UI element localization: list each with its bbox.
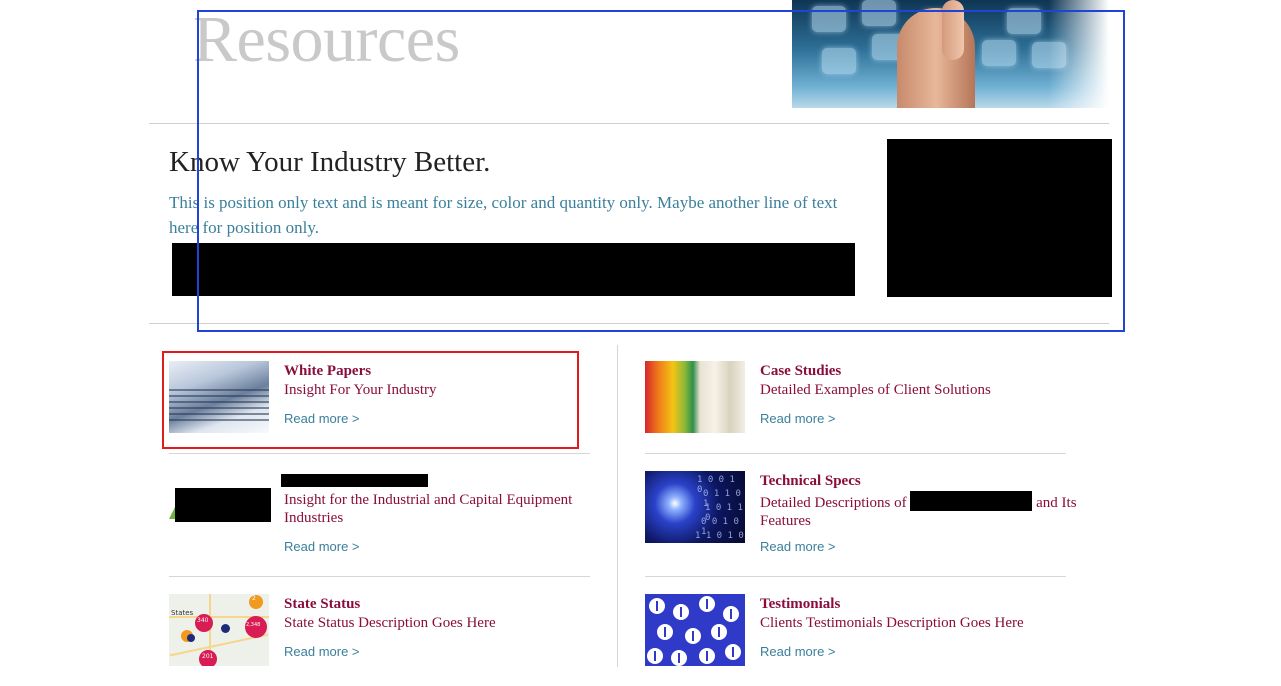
card-description: Detailed Examples of Client Solutions bbox=[760, 382, 991, 398]
card-title[interactable]: Case Studies bbox=[760, 361, 841, 381]
map-label: 2,348 bbox=[246, 622, 261, 628]
map-label: 201 bbox=[202, 653, 214, 660]
card-divider bbox=[645, 453, 1066, 454]
read-more-link[interactable]: Read more > bbox=[284, 644, 360, 659]
read-more-link[interactable]: Read more > bbox=[760, 644, 836, 659]
card-divider bbox=[169, 576, 590, 577]
redacted-product-name bbox=[910, 491, 1033, 511]
read-more-link[interactable]: Read more > bbox=[760, 539, 836, 554]
redacted-thumbnail bbox=[175, 488, 271, 522]
resource-card-industrial: Insight for the Industrial and Capital E… bbox=[169, 471, 609, 563]
map-label: States bbox=[171, 609, 194, 617]
state-status-map-thumbnail: States 340 2,348 201 2 bbox=[169, 594, 269, 666]
technical-specs-thumbnail: 1 0 0 1 0 0 1 1 0 1 1 0 1 1 0 0 0 1 0 1 … bbox=[645, 471, 745, 543]
resource-card-technical-specs: 1 0 0 1 0 0 1 1 0 1 1 0 1 1 0 0 0 1 0 1 … bbox=[645, 471, 1085, 563]
redacted-card-title bbox=[281, 474, 428, 487]
map-label: 340 bbox=[197, 617, 209, 624]
resource-card-case-studies: Case Studies Detailed Examples of Client… bbox=[645, 361, 1085, 453]
card-description: Detailed Descriptions of and Its Feature… bbox=[760, 491, 1090, 530]
map-label: 2 bbox=[252, 595, 256, 602]
card-divider bbox=[169, 453, 590, 454]
resource-card-state-status: States 340 2,348 201 2 State Status Stat… bbox=[169, 594, 609, 686]
selection-overlay-box bbox=[197, 10, 1125, 332]
column-divider bbox=[617, 345, 618, 667]
card-description: Insight for the Industrial and Capital E… bbox=[284, 492, 573, 526]
read-more-link[interactable]: Read more > bbox=[284, 539, 360, 554]
read-more-link[interactable]: Read more > bbox=[760, 411, 836, 426]
resource-card-testimonials: Testimonials Clients Testimonials Descri… bbox=[645, 594, 1085, 686]
highlight-box bbox=[162, 351, 579, 449]
card-description: Clients Testimonials Description Goes He… bbox=[760, 615, 1024, 631]
testimonials-thumbnail bbox=[645, 594, 745, 666]
card-description-start: Detailed Descriptions of bbox=[760, 495, 907, 511]
card-title[interactable]: Technical Specs bbox=[760, 471, 861, 491]
case-studies-thumbnail bbox=[645, 361, 745, 433]
card-title[interactable]: State Status bbox=[284, 594, 360, 614]
card-title[interactable]: Testimonials bbox=[760, 594, 840, 614]
card-description: State Status Description Goes Here bbox=[284, 615, 496, 631]
card-divider bbox=[645, 576, 1066, 577]
